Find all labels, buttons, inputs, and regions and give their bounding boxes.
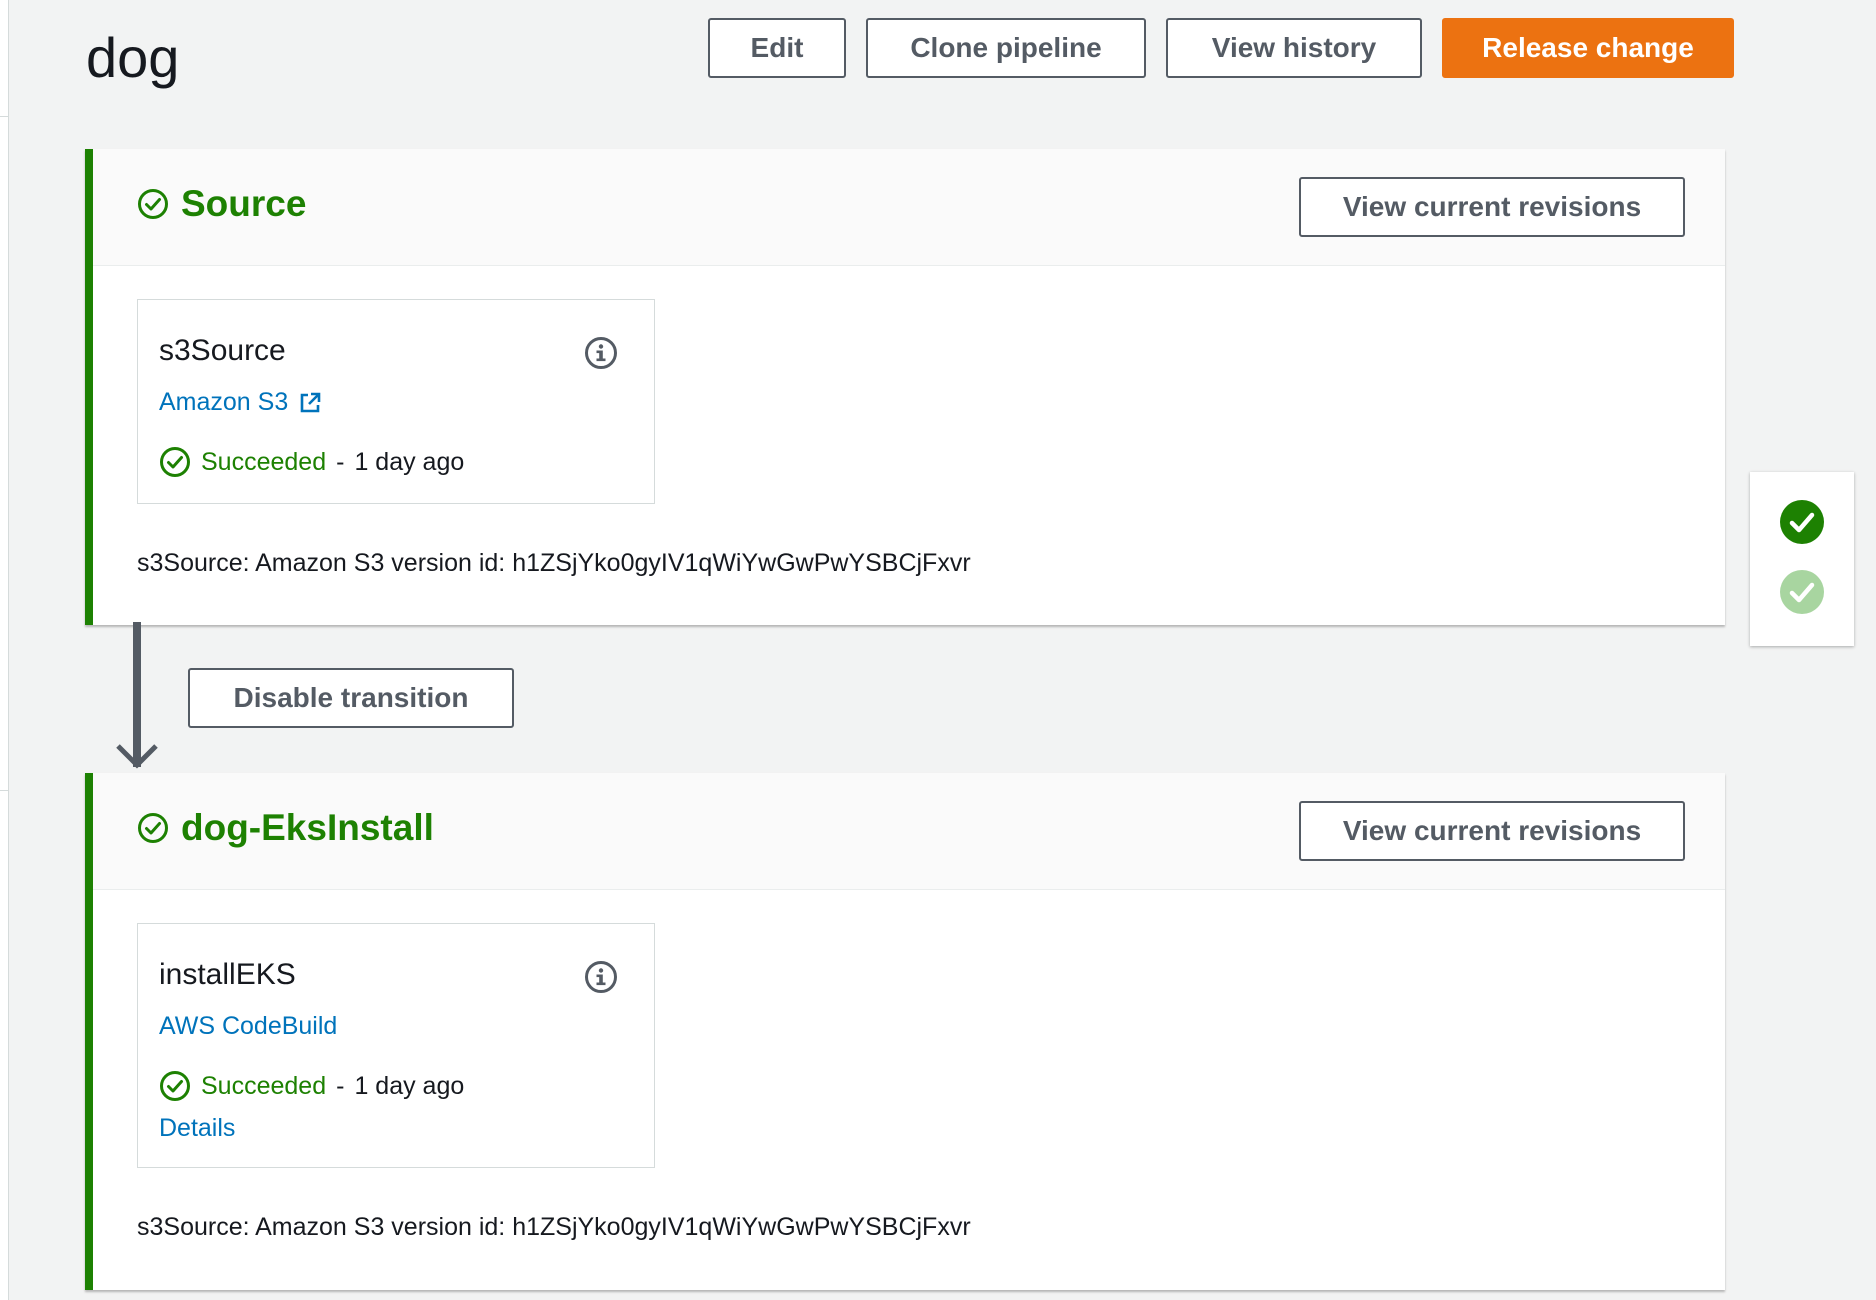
stage-title: dog-EksInstall — [137, 807, 434, 849]
action-name: installEKS — [159, 958, 296, 991]
provider-name: AWS CodeBuild — [159, 1012, 338, 1040]
provider-link[interactable]: AWS CodeBuild — [159, 1012, 337, 1041]
view-history-button[interactable]: View history — [1166, 18, 1422, 78]
check-filled-icon[interactable] — [1780, 500, 1824, 544]
action-name: s3Source — [159, 334, 286, 367]
status-time: 1 day ago — [354, 447, 465, 476]
status-separator: - — [336, 1071, 345, 1100]
action-status: Succeeded - 1 day ago — [159, 1070, 464, 1102]
action-status: Succeeded - 1 day ago — [159, 446, 464, 478]
stage-navigator — [1750, 472, 1854, 646]
pipeline-title: dog — [86, 26, 180, 89]
stage-header: dog-EksInstall View current revisions — [93, 773, 1725, 890]
edit-button[interactable]: Edit — [708, 18, 846, 78]
info-icon[interactable] — [584, 960, 618, 994]
stage-title: Source — [137, 183, 306, 225]
rail-divider — [0, 790, 8, 791]
stage-dog-eksinstall: dog-EksInstall View current revisions in… — [85, 773, 1725, 1290]
status-text: Succeeded — [201, 447, 327, 476]
view-current-revisions-button[interactable]: View current revisions — [1299, 177, 1685, 237]
action-card: installEKS AWS CodeBuild Succeeded - 1 d… — [137, 923, 655, 1168]
rail-divider — [0, 116, 8, 117]
stage-name: dog-EksInstall — [181, 807, 434, 848]
external-link-icon — [300, 392, 321, 412]
provider-link[interactable]: Amazon S3 — [159, 388, 322, 417]
stage-source: Source View current revisions s3Source A… — [85, 149, 1725, 625]
check-circle-icon — [138, 813, 168, 843]
clone-pipeline-button[interactable]: Clone pipeline — [866, 18, 1146, 78]
release-change-button[interactable]: Release change — [1442, 18, 1734, 78]
status-text: Succeeded — [201, 1071, 327, 1100]
pipeline-detail-page: dog Edit Clone pipeline View history Rel… — [0, 0, 1876, 1300]
check-filled-icon[interactable] — [1780, 570, 1824, 614]
status-time: 1 day ago — [354, 1071, 465, 1100]
details-link[interactable]: Details — [159, 1114, 235, 1143]
check-circle-icon — [138, 189, 168, 219]
arrow-down-icon — [116, 622, 158, 769]
status-separator: - — [336, 447, 345, 476]
check-circle-icon — [160, 1071, 190, 1101]
check-circle-icon — [160, 447, 190, 477]
info-icon[interactable] — [584, 336, 618, 370]
revision-summary: s3Source: Amazon S3 version id: h1ZSjYko… — [137, 549, 971, 577]
stage-name: Source — [181, 183, 307, 224]
navigation-rail — [0, 0, 9, 1300]
disable-transition-button[interactable]: Disable transition — [188, 668, 514, 728]
action-card: s3Source Amazon S3 Succeeded - 1 day ago — [137, 299, 655, 504]
provider-name: Amazon S3 — [159, 388, 289, 416]
stage-header: Source View current revisions — [93, 149, 1725, 266]
view-current-revisions-button[interactable]: View current revisions — [1299, 801, 1685, 861]
revision-summary: s3Source: Amazon S3 version id: h1ZSjYko… — [137, 1213, 971, 1241]
